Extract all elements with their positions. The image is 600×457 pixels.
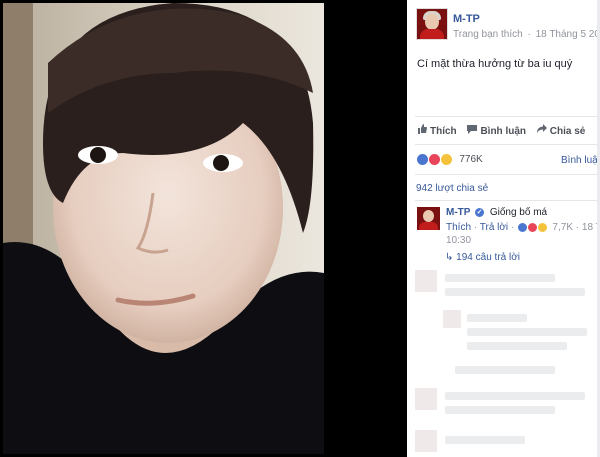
divider — [415, 174, 600, 175]
author-name[interactable]: M-TP — [453, 13, 480, 25]
comment-button[interactable]: Bình luận — [467, 124, 526, 137]
verified-badge-icon: ✓ — [475, 207, 485, 217]
share-button[interactable]: Chia sẻ — [536, 124, 586, 137]
replies-count: 194 câu trả lời — [456, 252, 520, 263]
portrait-image — [3, 3, 324, 454]
commenter-avatar[interactable] — [417, 207, 440, 230]
love-reaction-icon — [427, 153, 441, 166]
share-arrow-icon — [536, 124, 547, 137]
haha-reaction-icon — [439, 153, 453, 166]
divider — [415, 144, 600, 145]
comment-like-link[interactable]: Thích — [446, 222, 471, 233]
comment-actions: Thích · Trả lời · 7,7K · 18 Th — [446, 222, 600, 233]
comment-body: M-TP ✓ Giống bố má — [446, 207, 547, 218]
like-label: Thích — [430, 126, 457, 137]
reaction-count: 776K — [459, 154, 483, 165]
comment-label: Bình luận — [480, 126, 527, 137]
view-replies-link[interactable]: ↳ 194 câu trả lời — [445, 252, 520, 263]
meta-separator: · — [527, 29, 531, 40]
faded-comments — [415, 270, 600, 457]
comment-reply-link[interactable]: Trả lời — [480, 222, 508, 233]
shares-count[interactable]: 942 lượt chia sẻ — [416, 183, 488, 194]
like-button[interactable]: Thích — [417, 124, 457, 137]
divider — [415, 116, 600, 117]
post-date[interactable]: 18 Tháng 5 2013 — [536, 29, 600, 40]
author-avatar[interactable] — [416, 8, 448, 40]
privacy-label: Trang bạn thích — [453, 29, 523, 40]
comment-icon — [467, 124, 478, 137]
post-text: Cí mặt thừa hưởng từ ba iu quý — [417, 58, 573, 70]
post-photo[interactable] — [3, 3, 324, 454]
divider — [415, 200, 600, 201]
comment-text: Giống bố má — [489, 207, 548, 218]
comments-link[interactable]: Bình luận — [561, 155, 600, 166]
share-label: Chia sẻ — [549, 126, 586, 137]
post-meta: Trang bạn thích · 18 Tháng 5 2013 — [453, 29, 600, 40]
haha-reaction-icon — [536, 222, 548, 233]
action-bar: Thích Bình luận Chia sẻ — [417, 124, 600, 137]
commenter-name[interactable]: M-TP — [446, 207, 470, 218]
post-panel: M-TP Trang bạn thích · 18 Tháng 5 2013 C… — [407, 0, 600, 457]
reaction-summary[interactable]: 776K — [416, 153, 483, 166]
thumbs-up-icon — [417, 124, 427, 137]
comment-reaction-count: 7,7K — [552, 222, 573, 234]
reply-arrow-icon: ↳ — [445, 252, 454, 263]
comment-time: 10:30 — [446, 235, 472, 246]
